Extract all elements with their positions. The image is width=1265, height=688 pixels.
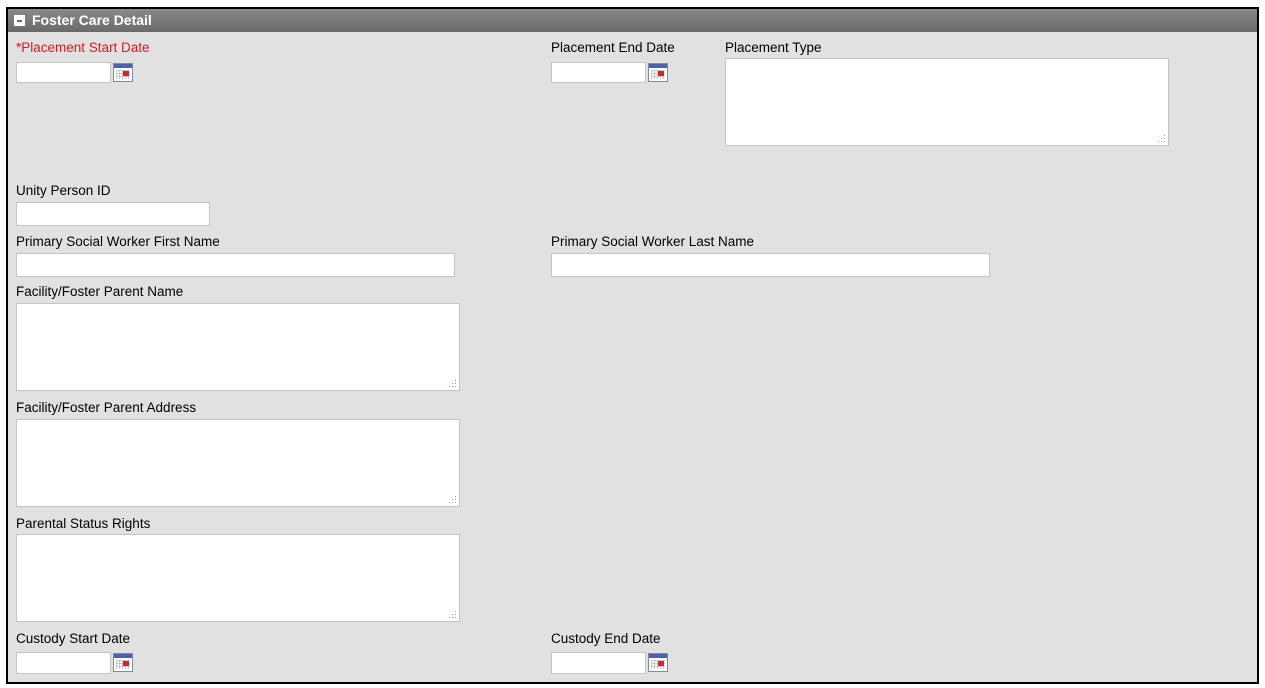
primary-sw-first-name-label: Primary Social Worker First Name <box>16 234 220 249</box>
facility-parent-name-textarea[interactable] <box>16 303 460 391</box>
facility-parent-address-textarea[interactable] <box>16 419 460 507</box>
parental-status-rights-textarea[interactable] <box>16 534 460 622</box>
unity-person-id-label: Unity Person ID <box>16 183 111 198</box>
resize-grip-icon[interactable] <box>448 610 457 619</box>
placement-end-date-label: Placement End Date <box>551 40 675 55</box>
primary-sw-last-name-input[interactable] <box>551 253 990 277</box>
facility-parent-name-label: Facility/Foster Parent Name <box>16 284 184 299</box>
unity-person-id-input[interactable] <box>16 202 210 226</box>
primary-sw-last-name-label: Primary Social Worker Last Name <box>551 234 755 249</box>
placement-start-date-input[interactable] <box>16 62 111 83</box>
facility-parent-address-label: Facility/Foster Parent Address <box>16 400 197 415</box>
custody-start-date-label: Custody Start Date <box>16 631 131 646</box>
calendar-icon[interactable] <box>648 653 668 672</box>
custody-start-date-input[interactable] <box>16 652 111 674</box>
resize-grip-icon[interactable] <box>448 379 457 388</box>
resize-grip-icon[interactable] <box>448 495 457 504</box>
calendar-icon[interactable] <box>648 63 668 82</box>
collapse-icon[interactable] <box>14 15 25 26</box>
calendar-icon[interactable] <box>113 63 133 82</box>
placement-start-date-label: *Placement Start Date <box>16 40 150 55</box>
section-header[interactable]: Foster Care Detail <box>8 9 1257 32</box>
resize-grip-icon[interactable] <box>1157 134 1166 143</box>
placement-type-label: Placement Type <box>725 40 822 55</box>
placement-end-date-input[interactable] <box>551 62 646 83</box>
primary-sw-first-name-input[interactable] <box>16 253 455 277</box>
section-title: Foster Care Detail <box>32 12 152 28</box>
parental-status-rights-label: Parental Status Rights <box>16 516 151 531</box>
calendar-icon[interactable] <box>113 653 133 672</box>
custody-end-date-input[interactable] <box>551 652 646 674</box>
placement-type-textarea[interactable] <box>725 58 1169 146</box>
custody-end-date-label: Custody End Date <box>551 631 661 646</box>
